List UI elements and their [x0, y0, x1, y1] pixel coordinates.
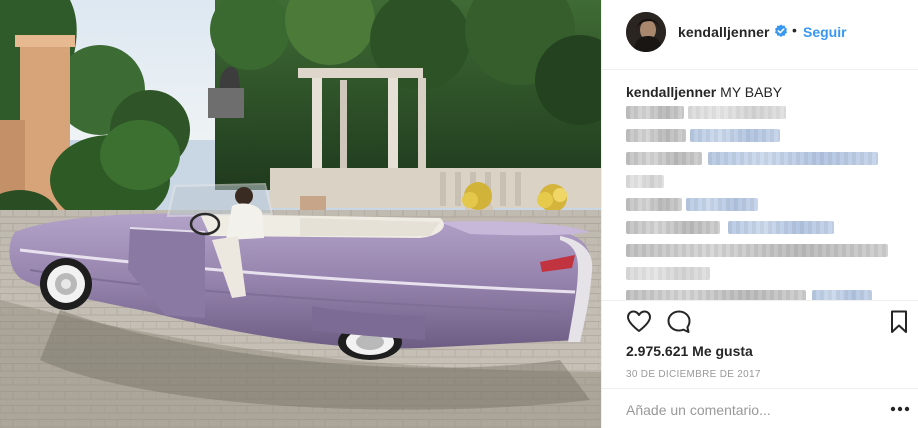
- post-date[interactable]: 30 DE DICIEMBRE DE 2017: [626, 369, 761, 380]
- comments-list: [626, 106, 894, 300]
- comment-blurred: [626, 221, 894, 234]
- verified-badge-icon: [775, 24, 787, 37]
- comment-input[interactable]: [626, 399, 876, 421]
- caption-username[interactable]: kendalljenner: [626, 84, 716, 100]
- comment-blurred: [626, 244, 894, 257]
- actions-divider: [602, 300, 918, 301]
- likes-count[interactable]: 2.975.621 Me gusta: [626, 343, 753, 359]
- comment-blurred: [626, 175, 894, 188]
- add-comment-section: [602, 388, 918, 428]
- comment-blurred: [626, 267, 894, 280]
- avatar-image: [626, 12, 666, 52]
- comment-blurred: [626, 152, 894, 165]
- header-separator: •: [792, 22, 797, 38]
- comment-blurred: [626, 290, 894, 300]
- post-photo[interactable]: [0, 0, 601, 428]
- follow-button[interactable]: Seguir: [803, 24, 847, 40]
- caption-text: MY BABY: [720, 84, 783, 100]
- comment-blurred: [626, 106, 894, 119]
- bookmark-icon[interactable]: [888, 309, 910, 335]
- ellipsis-icon[interactable]: [890, 406, 910, 412]
- vintage-car-photo: [0, 0, 601, 428]
- username-link[interactable]: kendalljenner: [678, 24, 770, 40]
- heart-outline-icon[interactable]: [626, 309, 652, 335]
- instagram-post-modal: kendalljenner • Seguir kendalljenner MY …: [0, 0, 918, 428]
- speech-bubble-icon[interactable]: [666, 309, 692, 335]
- avatar[interactable]: [626, 12, 666, 52]
- comment-blurred: [626, 198, 894, 211]
- post-caption: kendalljenner MY BABY: [626, 84, 782, 100]
- post-header: kendalljenner • Seguir: [602, 0, 918, 70]
- comment-blurred: [626, 129, 894, 142]
- post-side-panel: kendalljenner • Seguir kendalljenner MY …: [601, 0, 918, 428]
